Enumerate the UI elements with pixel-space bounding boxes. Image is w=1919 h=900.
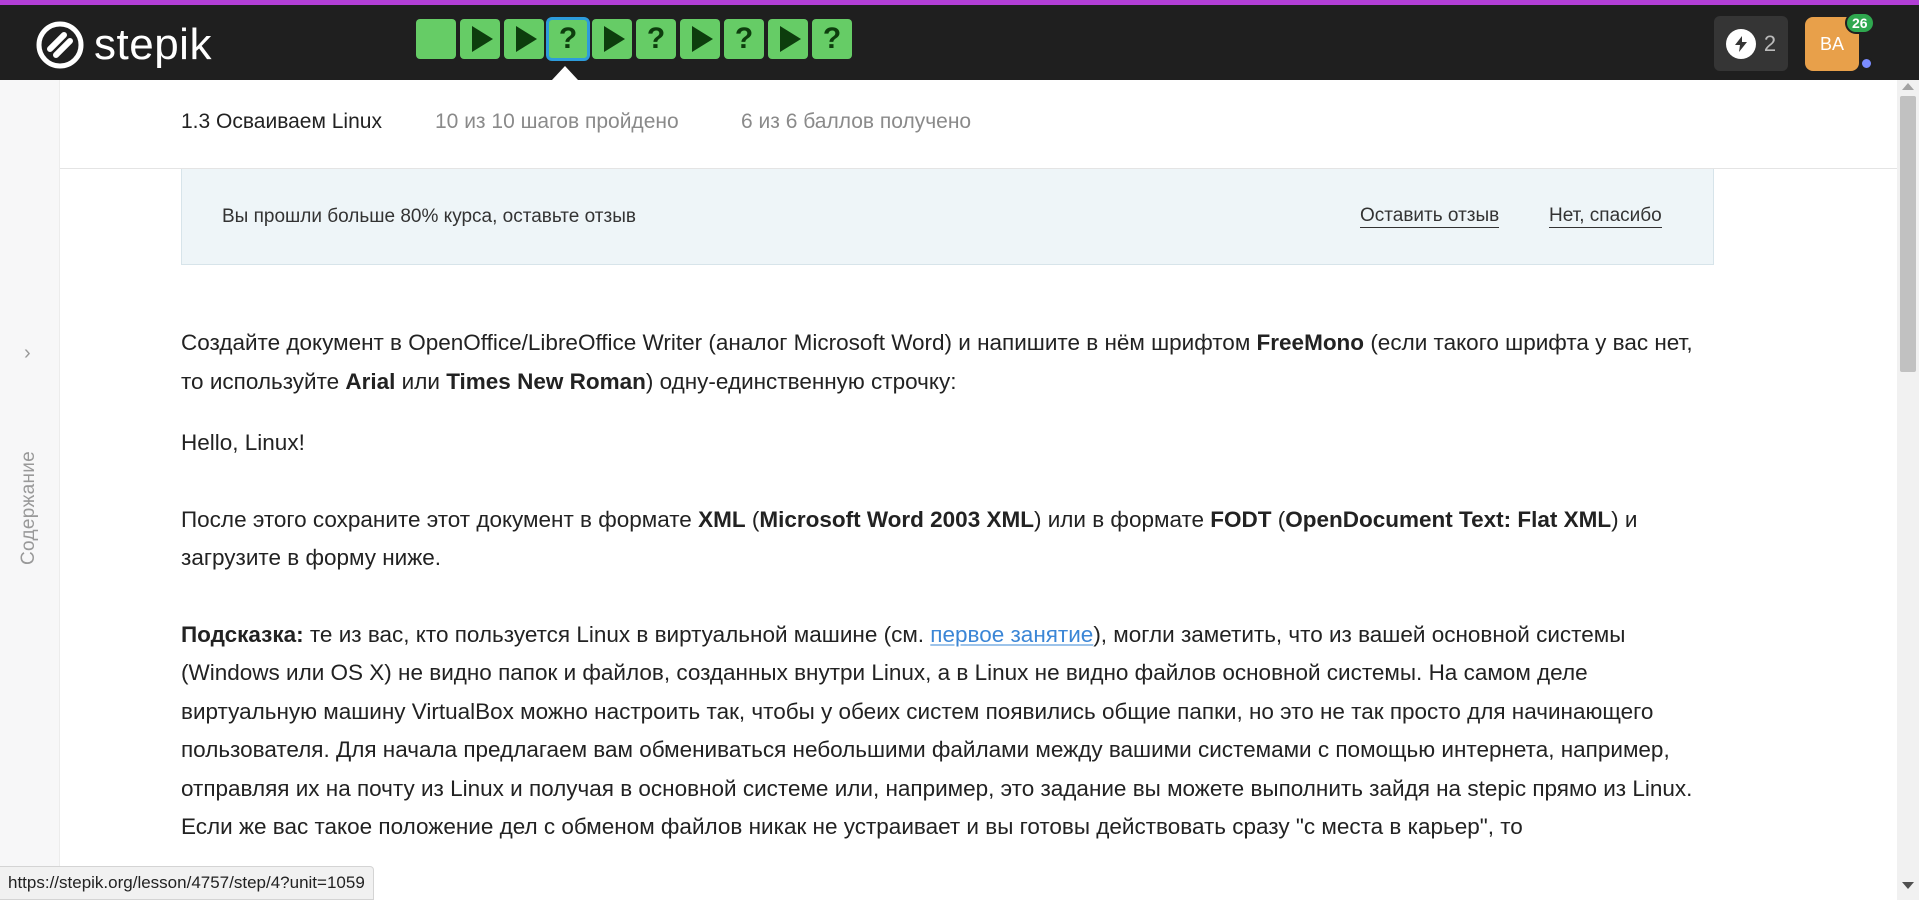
stepik-logo-icon xyxy=(36,21,84,69)
question-icon: ? xyxy=(734,22,754,55)
question-icon: ? xyxy=(646,22,666,55)
step-content: Создайте документ в OpenOffice/LibreOffi… xyxy=(181,324,1721,847)
logo-text: stepik xyxy=(94,20,212,69)
energy-count: 2 xyxy=(1763,30,1777,56)
question-icon: ? xyxy=(822,22,842,55)
contents-sidebar[interactable]: › Содержание xyxy=(0,80,60,900)
step-7-video[interactable] xyxy=(680,19,720,59)
step-1-text[interactable] xyxy=(416,19,456,59)
lightning-icon xyxy=(1725,28,1756,59)
hint-label: Подсказка: xyxy=(181,621,304,647)
step-4-quiz-current[interactable]: ? xyxy=(546,17,590,61)
step-6-quiz[interactable]: ? xyxy=(636,19,676,59)
play-icon xyxy=(515,26,537,52)
save-format-paragraph: После этого сохраните этот документ в фо… xyxy=(181,506,1638,571)
energy-button[interactable]: 2 xyxy=(1714,16,1788,71)
play-icon xyxy=(471,26,493,52)
play-icon xyxy=(603,26,625,52)
play-icon xyxy=(691,26,713,52)
step-8-quiz[interactable]: ? xyxy=(724,19,764,59)
question-icon: ? xyxy=(558,22,578,55)
hint-paragraph: Подсказка: те из вас, кто пользуется Lin… xyxy=(181,621,1693,801)
feedback-banner: Вы прошли больше 80% курса, оставьте отз… xyxy=(181,169,1714,265)
current-step-pointer xyxy=(552,66,578,80)
browser-status-url: https://stepik.org/lesson/4757/step/4?un… xyxy=(0,866,374,900)
step-2-video[interactable] xyxy=(460,19,500,59)
task-paragraph: Создайте документ в OpenOffice/LibreOffi… xyxy=(181,330,1693,394)
scroll-down-arrow-icon[interactable] xyxy=(1902,882,1914,889)
play-icon xyxy=(779,26,801,52)
lesson-steps-progress: 10 из 10 шагов пройдено xyxy=(435,110,679,133)
top-navbar: stepik xyxy=(0,5,1919,80)
step-9-video[interactable] xyxy=(768,19,808,59)
leave-review-link[interactable]: Оставить отзыв xyxy=(1360,205,1500,228)
lesson-header: 1.3 Осваиваем Linux 10 из 10 шагов пройд… xyxy=(60,80,1897,169)
step-5-video[interactable] xyxy=(592,19,632,59)
scroll-up-arrow-icon[interactable] xyxy=(1902,83,1914,90)
hello-linux-line: Hello, Linux! xyxy=(181,430,305,455)
chevron-right-icon: › xyxy=(24,342,31,364)
decline-review-link[interactable]: Нет, спасибо xyxy=(1549,205,1662,228)
lesson-title: 1.3 Осваиваем Linux xyxy=(181,110,382,133)
notification-badge: 26 xyxy=(1845,12,1875,34)
feedback-prompt-text: Вы прошли больше 80% курса, оставьте отз… xyxy=(222,206,636,227)
step-3-video[interactable] xyxy=(504,19,544,59)
first-lesson-link[interactable]: первое занятие xyxy=(930,622,1093,647)
step-10-quiz[interactable]: ? xyxy=(812,19,852,59)
lesson-score: 6 из 6 баллов получено xyxy=(741,110,972,133)
stepik-logo[interactable]: stepik xyxy=(36,21,212,69)
online-status-dot xyxy=(1860,57,1873,70)
scrollbar-thumb[interactable] xyxy=(1900,96,1916,372)
sidebar-contents-label: Содержание xyxy=(18,450,39,565)
continuation-paragraph: Если же вас такое положение дел с обмено… xyxy=(181,814,1523,839)
step-navigation: ? ? ? ? xyxy=(416,17,852,61)
